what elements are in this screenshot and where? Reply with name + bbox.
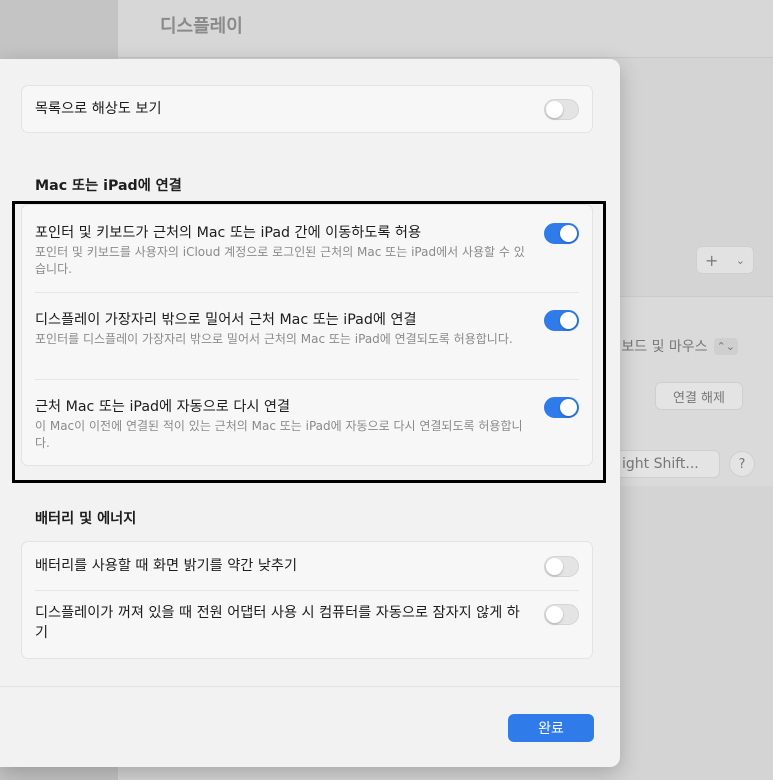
pointer-keyboard-desc: 포인터 및 키보드를 사용자의 iCloud 계정으로 로그인된 근처의 Mac… [35, 245, 525, 276]
pointer-keyboard-toggle[interactable] [544, 223, 579, 244]
toggle-knob [546, 606, 563, 623]
list-resolution-row: 목록으로 해상도 보기 [22, 86, 592, 132]
plus-icon: + [705, 250, 719, 270]
background-page-title: 디스플레이 [160, 16, 243, 37]
footer-divider [0, 686, 620, 687]
push-edge-toggle[interactable] [544, 310, 579, 331]
list-resolution-toggle[interactable] [544, 98, 579, 120]
auto-reconnect-label: 근처 Mac 또는 iPad에 자동으로 다시 연결 [35, 399, 291, 415]
battery-section-title: 배터리 및 에너지 [35, 511, 137, 527]
prevent-sleep-toggle[interactable] [544, 604, 579, 625]
done-button[interactable]: 완료 [508, 714, 594, 742]
toggle-knob [546, 557, 563, 575]
pointer-keyboard-label: 포인터 및 키보드가 근처의 Mac 또는 iPad 간에 이동하도록 허용 [35, 225, 422, 241]
pointer-keyboard-row: 포인터 및 키보드가 근처의 Mac 또는 iPad 간에 이동하도록 허용 포… [22, 205, 592, 292]
auto-reconnect-desc: 이 Mac이 이전에 연결된 적이 있는 근처의 Mac 또는 iPad에 자동… [35, 419, 523, 450]
dim-brightness-toggle[interactable] [544, 555, 579, 577]
updown-chevron-icon: ⌃⌄ [713, 337, 738, 355]
help-button[interactable]: ? [729, 451, 755, 477]
auto-reconnect-row: 근처 Mac 또는 iPad에 자동으로 다시 연결 이 Mac이 이전에 연결… [22, 379, 592, 465]
prevent-sleep-row: 디스플레이가 꺼져 있을 때 전원 어댑터 사용 시 컴퓨터를 자동으로 잠자지… [22, 590, 592, 658]
battery-group: 배터리를 사용할 때 화면 밝기를 약간 낮추기 디스플레이가 꺼져 있을 때 … [21, 541, 593, 659]
input-device-select-value: 보드 및 마우스 [621, 339, 708, 355]
advanced-settings-sheet: 목록으로 해상도 보기 Mac 또는 iPad에 연결 포인터 및 키보드가 근… [0, 59, 620, 767]
push-edge-label: 디스플레이 가장자리 밖으로 밀어서 근처 Mac 또는 iPad에 연결 [35, 312, 417, 328]
mac-ipad-group: 포인터 및 키보드가 근처의 Mac 또는 iPad 간에 이동하도록 허용 포… [21, 204, 593, 466]
mac-ipad-section-title: Mac 또는 iPad에 연결 [35, 178, 182, 194]
toggle-knob [560, 225, 577, 242]
dim-brightness-row: 배터리를 사용할 때 화면 밝기를 약간 낮추기 [22, 542, 592, 590]
chevron-down-icon: ⌄ [735, 253, 745, 267]
toggle-knob [560, 399, 577, 416]
disconnect-button[interactable]: 연결 해제 [655, 382, 743, 410]
list-resolution-group: 목록으로 해상도 보기 [21, 85, 593, 133]
prevent-sleep-label: 디스플레이가 꺼져 있을 때 전원 어댑터 사용 시 컴퓨터를 자동으로 잠자지… [35, 605, 520, 641]
shortcut-button[interactable]: ight Shift... [620, 450, 720, 478]
toggle-knob [546, 100, 563, 118]
dim-brightness-label: 배터리를 사용할 때 화면 밝기를 약간 낮추기 [35, 558, 298, 574]
add-display-button[interactable]: + ⌄ [696, 246, 754, 274]
push-edge-row: 디스플레이 가장자리 밖으로 밀어서 근처 Mac 또는 iPad에 연결 포인… [22, 292, 592, 379]
toggle-knob [560, 312, 577, 329]
list-resolution-label: 목록으로 해상도 보기 [35, 101, 162, 117]
push-edge-desc: 포인터를 디스플레이 가장자리 밖으로 밀어서 근처의 Mac 또는 iPad에… [35, 332, 513, 346]
input-device-select[interactable]: 보드 및 마우스 ⌃⌄ [620, 332, 742, 360]
auto-reconnect-toggle[interactable] [544, 397, 579, 418]
